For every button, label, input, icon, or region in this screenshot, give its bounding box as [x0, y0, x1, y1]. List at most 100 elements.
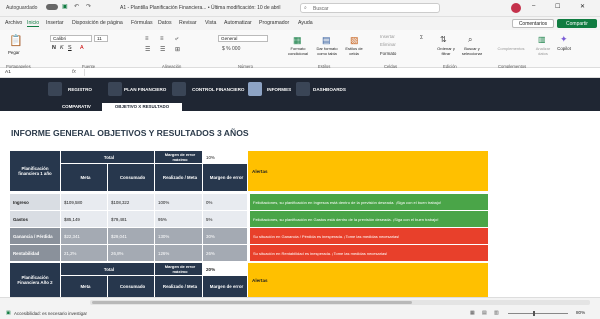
cond-format-button[interactable]: Formato condicional	[282, 46, 314, 56]
autosave-toggle[interactable]	[46, 4, 58, 10]
cell-styles-icon[interactable]: ▧	[350, 35, 359, 46]
scrollbar-thumb[interactable]	[92, 301, 412, 304]
bold-icon[interactable]: N	[52, 45, 56, 51]
registro-icon[interactable]	[48, 82, 62, 96]
zoom-slider-handle[interactable]	[533, 311, 535, 316]
t1-row-consumado[interactable]: $108,322	[108, 194, 154, 210]
t1-row-meta[interactable]: $22,341	[61, 228, 107, 244]
t1-row-error[interactable]: 30%	[203, 228, 247, 244]
font-size-select[interactable]: 11	[94, 35, 108, 42]
page-layout-icon[interactable]: ▤	[482, 310, 487, 316]
t1-row-error[interactable]: 5%	[203, 211, 247, 227]
font-color-icon[interactable]: A	[80, 45, 84, 51]
italic-icon[interactable]: K	[60, 45, 64, 51]
cell-styles-button[interactable]: Estilos de celda	[342, 46, 366, 56]
t1-row-consumado[interactable]: 26,8%	[108, 245, 154, 261]
formula-input[interactable]	[84, 69, 594, 76]
align-center-icon[interactable]: ☰	[160, 46, 165, 53]
menu-automatizar[interactable]: Automatizar	[224, 20, 252, 26]
copilot-icon[interactable]: ✦	[560, 34, 568, 45]
merge-icon[interactable]: ⊞	[175, 46, 180, 53]
find-icon[interactable]: ⌕	[468, 35, 472, 45]
number-format-select[interactable]: General	[218, 35, 268, 42]
t1-row-meta[interactable]: 21,2%	[61, 245, 107, 261]
close-icon[interactable]: ✕	[580, 3, 585, 10]
t2-margin-value[interactable]: 20%	[203, 263, 247, 275]
minimize-icon[interactable]: –	[532, 3, 535, 9]
t1-row-meta[interactable]: $85,149	[61, 211, 107, 227]
dashboards-icon[interactable]	[296, 82, 310, 96]
font-select[interactable]: Calibri	[50, 35, 92, 42]
wrap-text-icon[interactable]: ⤶	[175, 36, 178, 43]
table-format-button[interactable]: Dar formato como tabla	[312, 46, 342, 56]
nav-control-financiero[interactable]: CONTROL FINANCIERO	[192, 87, 245, 92]
menu-archivo[interactable]: Archivo	[5, 20, 22, 26]
sort-icon[interactable]: ⇅	[440, 35, 447, 44]
menu-ayuda[interactable]: Ayuda	[298, 20, 313, 26]
format-cells-button[interactable]: Formato	[380, 51, 396, 56]
page-break-icon[interactable]: ▥	[494, 310, 499, 316]
save-icon[interactable]: ▣	[62, 3, 68, 10]
menu-inicio[interactable]: Inicio	[27, 20, 40, 27]
addins-button[interactable]: Complementos	[494, 46, 528, 51]
autosum-icon[interactable]: Σ	[420, 35, 423, 41]
avatar[interactable]	[511, 3, 521, 13]
align-top-icon[interactable]: ≡	[145, 36, 149, 42]
menu-programador[interactable]: Programador	[259, 20, 289, 26]
undo-icon[interactable]: ↶	[74, 3, 79, 10]
accessibility-status[interactable]: Accesibilidad: es necesario investigar	[14, 311, 87, 316]
paste-button[interactable]: Pegar	[8, 50, 20, 55]
align-middle-icon[interactable]: ≡	[160, 36, 164, 42]
menu-vista[interactable]: Vista	[205, 20, 216, 26]
underline-icon[interactable]: S	[68, 45, 72, 51]
menu-formulas[interactable]: Fórmulas	[131, 20, 153, 26]
sort-button[interactable]: Ordenar y filtrar	[434, 46, 458, 56]
insert-button[interactable]: Insertar	[380, 34, 395, 39]
tab-objetivo-resultado[interactable]: OBJETIVO X RESULTADO	[102, 103, 182, 111]
normal-view-icon[interactable]: ▦	[470, 310, 475, 316]
menu-revisar[interactable]: Revisar	[179, 20, 197, 26]
t1-row-error[interactable]: 26%	[203, 245, 247, 261]
share-button[interactable]: Compartir	[557, 19, 597, 28]
nav-plan-financiero[interactable]: PLAN FINANCIERO	[124, 87, 166, 92]
worksheet[interactable]: INFORME GENERAL OBJETIVOS Y RESULTADOS 3…	[0, 111, 600, 297]
nav-registro[interactable]: REGISTRO	[68, 87, 92, 92]
cond-format-icon[interactable]: ▦	[293, 35, 302, 46]
t1-row-consumado[interactable]: $29,041	[108, 228, 154, 244]
fx-icon[interactable]: fx	[72, 69, 76, 75]
redo-icon[interactable]: ↷	[86, 3, 91, 10]
t1-margin-value[interactable]: 10%	[203, 151, 247, 163]
paste-icon[interactable]: 📋	[9, 34, 23, 47]
t1-row-ratio[interactable]: 126%	[155, 245, 202, 261]
menu-disposicion[interactable]: Disposición de página	[72, 20, 123, 26]
t1-row-ratio[interactable]: 100%	[155, 194, 202, 210]
plan-icon[interactable]	[108, 82, 122, 96]
t1-row-meta[interactable]: $109,580	[61, 194, 107, 210]
zoom-slider[interactable]	[508, 313, 568, 314]
menu-insertar[interactable]: Insertar	[46, 20, 64, 26]
menu-datos[interactable]: Datos	[158, 20, 172, 26]
analyze-button[interactable]: Analizar datos	[532, 46, 554, 56]
copilot-button[interactable]: Copilot	[552, 46, 576, 51]
analyze-icon[interactable]: ▥	[538, 35, 546, 44]
find-button[interactable]: Buscar y seleccionar	[458, 46, 486, 56]
t1-row-error[interactable]: 0%	[203, 194, 247, 210]
align-left-icon[interactable]: ☰	[145, 46, 150, 53]
t1-row-consumado[interactable]: $79,481	[108, 211, 154, 227]
informes-icon[interactable]	[248, 82, 262, 96]
nav-informes[interactable]: INFORMES	[267, 87, 291, 92]
zoom-level[interactable]: 80%	[576, 310, 585, 315]
search-box[interactable]: ⌕ Buscar	[300, 3, 440, 13]
nav-dashboards[interactable]: DASHBOARDS	[313, 87, 346, 92]
name-box[interactable]: A1	[5, 70, 11, 75]
t1-row-ratio[interactable]: 95%	[155, 211, 202, 227]
currency-icon[interactable]: $ % 000	[222, 46, 240, 52]
horizontal-scrollbar[interactable]	[90, 300, 590, 305]
comments-button[interactable]: Comentarios	[512, 19, 554, 28]
delete-button[interactable]: Eliminar	[380, 42, 396, 47]
tab-comparativ[interactable]: COMPARATIV	[62, 104, 91, 109]
table-format-icon[interactable]: ▤	[322, 35, 331, 46]
maximize-icon[interactable]: ☐	[555, 3, 560, 10]
control-icon[interactable]	[172, 82, 186, 96]
t1-row-ratio[interactable]: 130%	[155, 228, 202, 244]
